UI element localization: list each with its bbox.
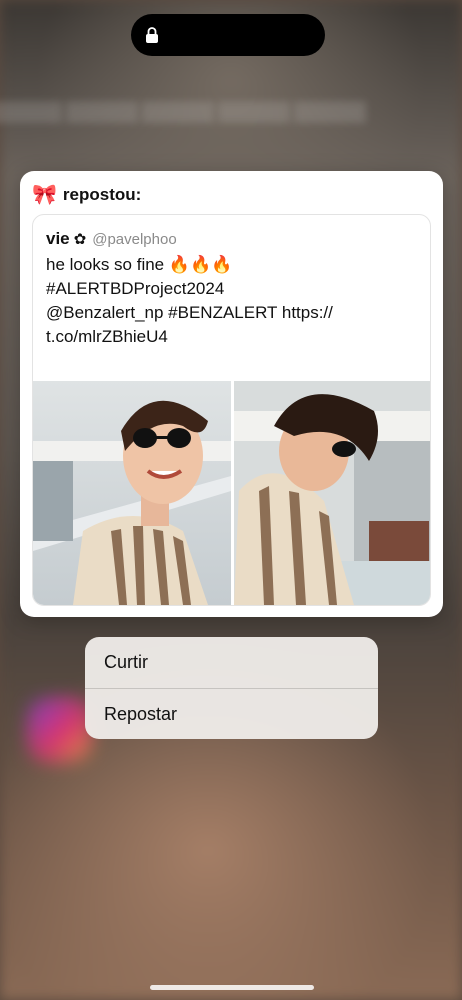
post-text: he looks so fine 🔥🔥🔥 #ALERTBDProject2024… bbox=[46, 253, 426, 349]
post-link[interactable]: t.co/mlrZBhieU4 bbox=[46, 325, 426, 349]
like-menu-item[interactable]: Curtir bbox=[85, 637, 378, 688]
ribbon-bow-icon: 🎀 bbox=[32, 184, 57, 206]
post-photo-1[interactable] bbox=[33, 381, 231, 605]
author-handle[interactable]: @pavelphoo bbox=[92, 231, 176, 248]
post-text-line: he looks so fine 🔥🔥🔥 bbox=[46, 255, 233, 274]
dynamic-island bbox=[131, 14, 325, 56]
background-blur-shape: ▬▬▬▬▬ bbox=[0, 59, 370, 139]
home-indicator[interactable] bbox=[150, 985, 314, 990]
lock-icon bbox=[146, 27, 158, 43]
post-author: vie ✿ @pavelphoo bbox=[46, 229, 177, 249]
repost-menu-item[interactable]: Repostar bbox=[85, 688, 378, 739]
repost-header: 🎀 repostou: bbox=[32, 183, 141, 207]
post-text-line[interactable]: @Benzalert_np #BENZALERT https:// bbox=[46, 301, 426, 325]
post-hashtag[interactable]: #ALERTBDProject2024 bbox=[46, 277, 426, 301]
repost-label: repostou: bbox=[62, 185, 142, 204]
post-media bbox=[33, 381, 430, 605]
author-name[interactable]: vie bbox=[46, 229, 70, 249]
post-photo-2[interactable] bbox=[234, 381, 430, 605]
repost-preview-card[interactable]: 🎀 repostou: vie ✿ @pavelphoo he looks so… bbox=[20, 171, 443, 617]
blurred-app-icon bbox=[30, 700, 90, 760]
quoted-post[interactable]: vie ✿ @pavelphoo he looks so fine 🔥🔥🔥 #A… bbox=[32, 214, 431, 606]
flower-icon: ✿ bbox=[73, 231, 87, 248]
context-menu: Curtir Repostar bbox=[85, 637, 378, 739]
